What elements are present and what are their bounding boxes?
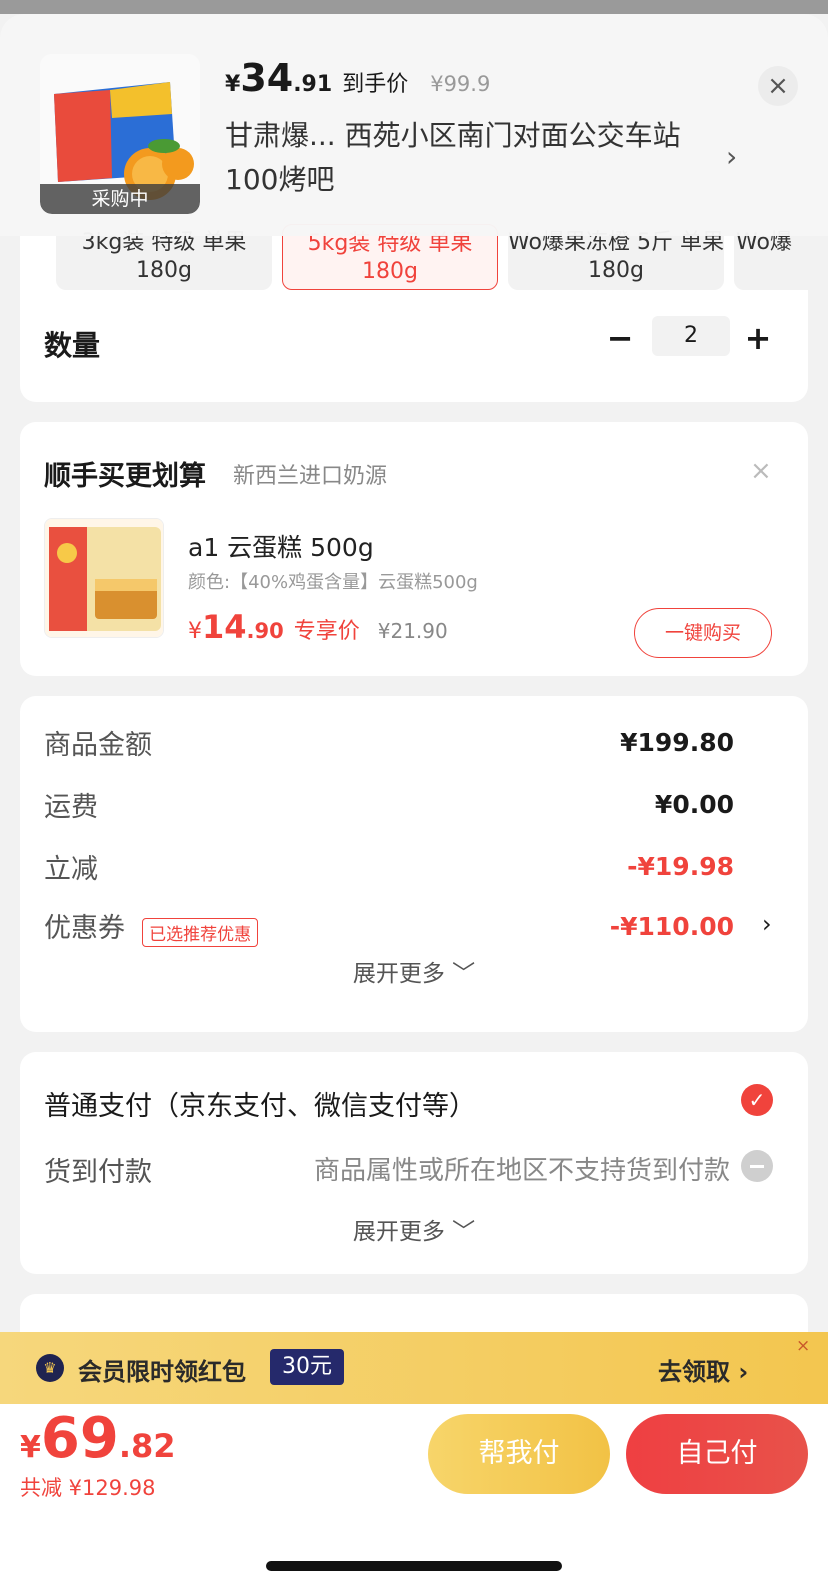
cod-unavailable-note: 商品属性或所在地区不支持货到付款 (313, 1156, 730, 1186)
price-integer: 34 (240, 56, 294, 100)
help-pay-button[interactable]: 帮我付 (428, 1414, 610, 1494)
total-integer: 69 (40, 1406, 119, 1471)
one-click-buy-button[interactable]: 一键购买 (634, 608, 772, 658)
goods-amount-value: ¥199.80 (620, 727, 734, 757)
total-decimal: .82 (118, 1427, 176, 1465)
summary-row-coupon[interactable]: 优惠券 已选推荐优惠 -¥110.00 (44, 906, 734, 947)
upsell-product-name[interactable]: a1 云蛋糕 500g (188, 528, 374, 564)
upsell-subtitle: 新西兰进口奶源 (233, 464, 388, 489)
total-savings: 共减 ¥129.98 (20, 1476, 156, 1500)
cake-box-image (45, 519, 163, 637)
summary-row-goods: 商品金额 ¥199.80 (44, 722, 734, 762)
total-yen: ¥ (20, 1430, 41, 1465)
checkout-bar: ¥ 69 .82 共减 ¥129.98 帮我付 自己付 (0, 1404, 828, 1593)
normal-payment-option[interactable]: 普通支付（京东支付、微信支付等） (44, 1084, 476, 1123)
dim-overlay (0, 0, 828, 14)
claim-button[interactable]: 去领取 › (658, 1352, 748, 1387)
price-yen: ¥ (225, 72, 241, 97)
summary-row-discount: 立减 -¥19.98 (44, 846, 734, 886)
discount-label: 立减 (44, 853, 98, 885)
quantity-plus-button[interactable]: + (740, 320, 776, 356)
upsell-price: ¥ 14 .90 专享价 ¥21.90 (188, 608, 448, 646)
discount-value: -¥19.98 (627, 851, 734, 881)
exclusive-price-tag: 专享价 (293, 619, 360, 644)
crown-icon: ♛ (36, 1354, 64, 1382)
coupon-value: -¥110.00 (609, 911, 734, 941)
amount-summary-card: 商品金额 ¥199.80 运费 ¥0.00 立减 -¥19.98 优惠券 已选推… (20, 696, 808, 1032)
expand-more-button[interactable]: 展开更多 ﹀ (20, 1212, 808, 1246)
disabled-icon (741, 1150, 773, 1182)
delivery-address[interactable]: 甘肃爆... 西苑小区南门对面公交车站100烤吧 (225, 114, 700, 202)
summary-row-shipping: 运费 ¥0.00 (44, 784, 734, 824)
promo-text: 会员限时领红包 (78, 1358, 246, 1386)
payment-card: 普通支付（京东支付、微信支付等） ✓ 货到付款 商品属性或所在地区不支持货到付款… (20, 1052, 808, 1274)
price-decimal: .91 (293, 72, 333, 97)
goods-amount-label: 商品金额 (44, 729, 152, 761)
check-icon[interactable]: ✓ (741, 1084, 773, 1116)
order-sheet: 采购中 ¥ 34 .91 到手价 ¥99.9 甘肃爆... 西苑小区南门对面公交… (0, 14, 828, 1593)
quantity-input[interactable]: 2 (652, 316, 730, 356)
cod-label: 货到付款 (44, 1157, 152, 1188)
upsell-original-price: ¥21.90 (377, 619, 448, 643)
final-price-tag: 到手价 (342, 72, 409, 97)
chevron-right-icon[interactable]: › (762, 910, 772, 938)
home-indicator[interactable] (266, 1561, 562, 1571)
upsell-card: 顺手买更划算 新西兰进口奶源 × a1 云蛋糕 500g 颜色:【40%鸡蛋含量… (20, 422, 808, 676)
coupon-label-group: 优惠券 已选推荐优惠 (44, 906, 259, 947)
close-icon[interactable]: × (796, 1336, 810, 1356)
chevron-right-icon[interactable]: › (726, 140, 737, 173)
close-icon[interactable]: × (758, 66, 798, 106)
upsell-price-decimal: .90 (246, 619, 284, 643)
close-icon[interactable]: × (750, 456, 772, 486)
upsell-price-integer: 14 (202, 608, 247, 646)
self-pay-button[interactable]: 自己付 (626, 1414, 808, 1494)
quantity-label: 数量 (44, 329, 101, 362)
product-header: 采购中 ¥ 34 .91 到手价 ¥99.9 甘肃爆... 西苑小区南门对面公交… (0, 14, 828, 236)
member-promo-banner[interactable]: ♛ 会员限时领红包 30元 去领取 › × (0, 1332, 828, 1404)
cake-product-image[interactable] (44, 518, 164, 638)
upsell-price-yen: ¥ (188, 619, 202, 644)
price-row: ¥ 34 .91 到手价 ¥99.9 (225, 56, 490, 106)
shipping-value: ¥0.00 (654, 789, 734, 819)
product-thumbnail[interactable]: 采购中 (40, 54, 200, 214)
upsell-product-attr: 颜色:【40%鸡蛋含量】云蛋糕500g (188, 572, 478, 593)
expand-more-button[interactable]: 展开更多 ﹀ (20, 954, 808, 988)
coupon-label: 优惠券 (44, 912, 125, 944)
original-price: ¥99.9 (430, 72, 491, 96)
purchasing-badge: 采购中 (40, 184, 200, 214)
total-price: ¥ 69 .82 (20, 1406, 176, 1471)
quantity-minus-button[interactable]: − (602, 320, 638, 356)
recommended-coupon-badge: 已选推荐优惠 (142, 917, 259, 947)
upsell-title: 顺手买更划算 (44, 461, 206, 492)
shipping-label: 运费 (44, 791, 98, 823)
promo-amount-badge: 30元 (270, 1349, 344, 1385)
